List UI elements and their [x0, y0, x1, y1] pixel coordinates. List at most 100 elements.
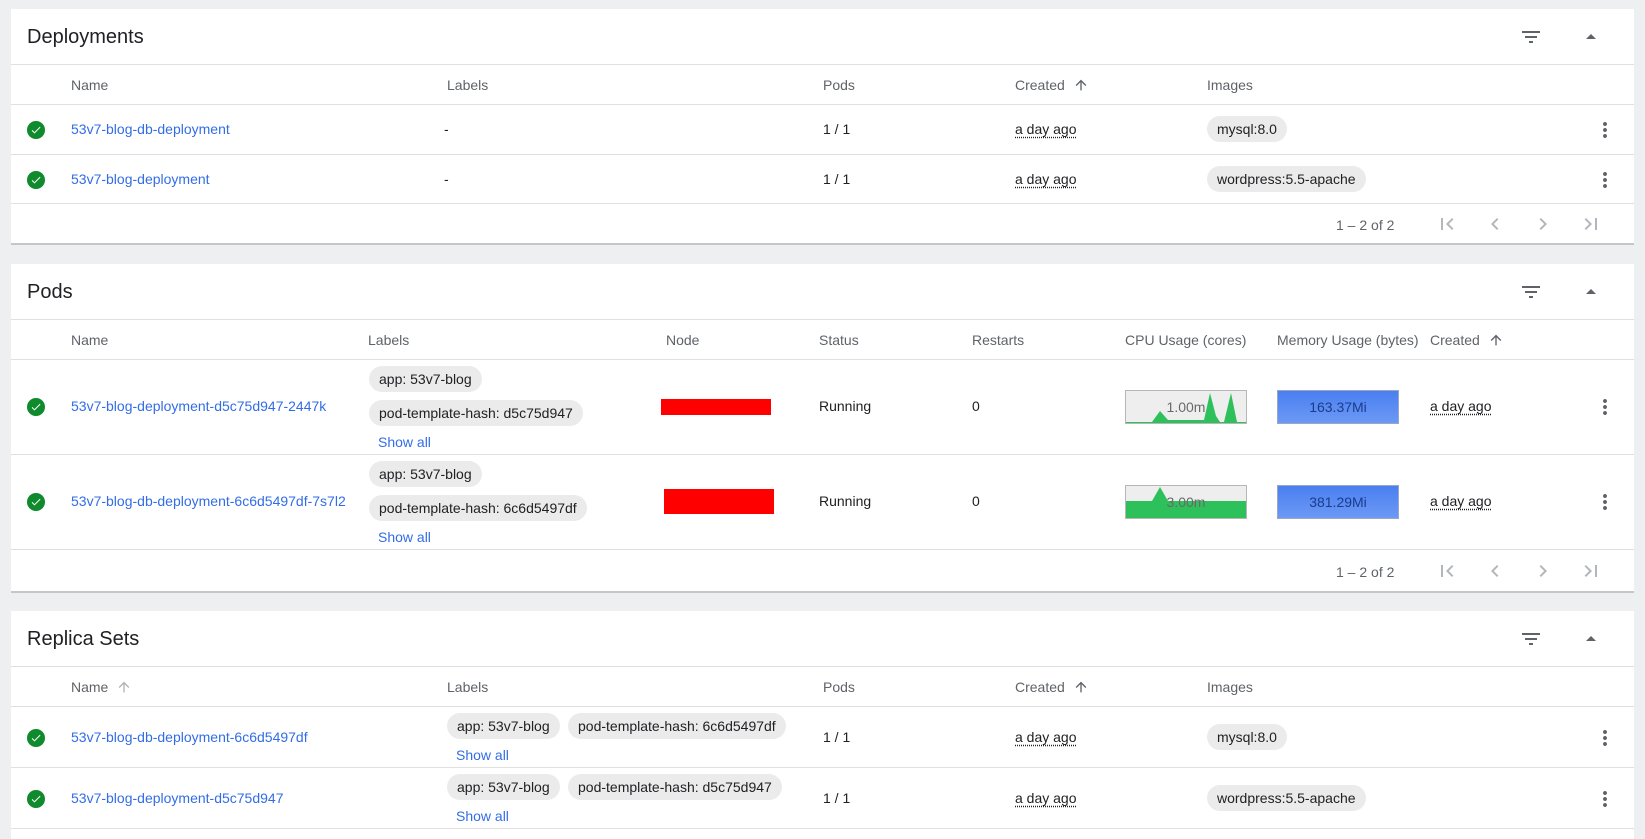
collapse-icon[interactable]: [1575, 21, 1607, 53]
label-chip: pod-template-hash: d5c75d947: [369, 400, 583, 426]
deployment-name-link[interactable]: 53v7-blog-deployment: [71, 171, 210, 187]
label-chip: app: 53v7-blog: [447, 713, 560, 739]
pod-name-link[interactable]: 53v7-blog-db-deployment-6c6d5497df-7s7l2: [71, 493, 346, 509]
col-node: Node: [666, 332, 700, 348]
pod-created: a day ago: [1430, 493, 1492, 509]
cpu-sparkline: 1.00m: [1125, 390, 1247, 424]
replicaset-name-link[interactable]: 53v7-blog-deployment-d5c75d947: [71, 790, 283, 806]
deployments-card: Deployments Name Labels Pods Created Ima…: [11, 9, 1634, 245]
collapse-icon[interactable]: [1575, 623, 1607, 655]
check-circle-icon: [27, 121, 45, 139]
deployments-column-header: Name Labels Pods Created Images: [11, 65, 1634, 105]
check-circle-icon: [27, 729, 45, 747]
next-page-icon[interactable]: [1531, 212, 1555, 236]
image-chip: mysql:8.0: [1207, 116, 1287, 142]
more-vert-icon[interactable]: [1593, 118, 1617, 142]
prev-page-icon[interactable]: [1483, 212, 1507, 236]
filter-icon[interactable]: [1515, 21, 1547, 53]
col-created[interactable]: Created: [1015, 77, 1089, 93]
prev-page-icon[interactable]: [1483, 559, 1507, 583]
check-circle-icon: [27, 171, 45, 189]
deployment-pods: 1 / 1: [823, 171, 851, 187]
pod-status: Running: [819, 398, 872, 414]
pagination-range: 1 – 2 of 2: [1336, 564, 1395, 580]
deployment-labels: -: [444, 121, 449, 137]
check-circle-icon: [27, 398, 45, 416]
col-name[interactable]: Name: [71, 679, 132, 695]
table-row: 53v7-blog-db-deployment-6c6d5497df app: …: [11, 707, 1634, 768]
pod-name-link[interactable]: 53v7-blog-deployment-d5c75d947-2447k: [71, 398, 326, 414]
last-page-icon[interactable]: [1579, 559, 1603, 583]
col-labels: Labels: [447, 679, 489, 695]
pods-column-header: Name Labels Node Status Restarts CPU Usa…: [11, 320, 1634, 360]
pods-header: Pods: [11, 264, 1634, 320]
table-row: 53v7-blog-db-deployment-6c6d5497df-7s7l2…: [11, 455, 1634, 550]
replicaset-created: a day ago: [1015, 790, 1077, 806]
show-all-link[interactable]: Show all: [456, 808, 509, 824]
sort-arrow-up-icon: [119, 681, 130, 693]
col-status: Status: [819, 332, 859, 348]
cpu-value: 3.00m: [1166, 494, 1206, 510]
filter-icon[interactable]: [1515, 276, 1547, 308]
col-cpu: CPU Usage (cores): [1125, 332, 1247, 348]
deployment-name-link[interactable]: 53v7-blog-db-deployment: [71, 121, 230, 137]
sort-arrow-up-icon: [1075, 79, 1087, 91]
table-row: 53v7-blog-db-deployment - 1 / 1 a day ag…: [11, 105, 1634, 155]
node-redacted: [661, 399, 771, 415]
check-circle-icon: [27, 493, 45, 511]
table-row: 53v7-blog-deployment-d5c75d947-2447k app…: [11, 360, 1634, 455]
memory-sparkline: 163.37Mi: [1277, 390, 1399, 424]
col-labels: Labels: [447, 77, 489, 93]
pods-title: Pods: [27, 281, 73, 303]
image-chip: wordpress:5.5-apache: [1207, 785, 1366, 811]
col-pods: Pods: [823, 77, 855, 93]
sort-arrow-up-icon: [1075, 681, 1087, 693]
deployments-pagination: 1 – 2 of 2: [11, 204, 1634, 244]
col-name[interactable]: Name: [71, 77, 108, 93]
check-circle-icon: [27, 790, 45, 808]
node-redacted: [664, 489, 774, 514]
memory-sparkline: 381.29Mi: [1277, 485, 1399, 519]
replicasets-title: Replica Sets: [27, 628, 140, 650]
collapse-icon[interactable]: [1575, 276, 1607, 308]
deployment-pods: 1 / 1: [823, 121, 851, 137]
more-vert-icon[interactable]: [1593, 395, 1617, 419]
col-created[interactable]: Created: [1430, 332, 1504, 348]
next-page-icon[interactable]: [1531, 559, 1555, 583]
pod-restarts: 0: [972, 493, 980, 509]
deployments-title: Deployments: [27, 26, 144, 48]
pods-card: Pods Name Labels Node Status Restarts CP…: [11, 264, 1634, 593]
label-chip: pod-template-hash: 6c6d5497df: [568, 713, 786, 739]
col-labels: Labels: [368, 332, 410, 348]
label-chip: pod-template-hash: d5c75d947: [568, 774, 782, 800]
replicasets-header: Replica Sets: [11, 611, 1634, 667]
replicaset-name-link[interactable]: 53v7-blog-db-deployment-6c6d5497df: [71, 729, 308, 745]
more-vert-icon[interactable]: [1593, 726, 1617, 750]
pod-created: a day ago: [1430, 398, 1492, 414]
col-restarts: Restarts: [972, 332, 1025, 348]
label-chip: app: 53v7-blog: [447, 774, 560, 800]
image-chip: mysql:8.0: [1207, 724, 1287, 750]
label-chip: app: 53v7-blog: [369, 461, 482, 487]
image-chip: wordpress:5.5-apache: [1207, 166, 1366, 192]
deployment-created: a day ago: [1015, 121, 1077, 137]
deployments-header: Deployments: [11, 9, 1634, 65]
more-vert-icon[interactable]: [1593, 490, 1617, 514]
show-all-link[interactable]: Show all: [378, 529, 431, 545]
replicasets-column-header: Name Labels Pods Created Images: [11, 667, 1634, 707]
first-page-icon[interactable]: [1435, 212, 1459, 236]
pods-pagination: 1 – 2 of 2: [11, 551, 1634, 591]
more-vert-icon[interactable]: [1593, 168, 1617, 192]
label-chip: app: 53v7-blog: [369, 366, 482, 392]
show-all-link[interactable]: Show all: [378, 434, 431, 450]
last-page-icon[interactable]: [1579, 212, 1603, 236]
pod-restarts: 0: [972, 398, 980, 414]
label-chip: pod-template-hash: 6c6d5497df: [369, 495, 587, 521]
col-created[interactable]: Created: [1015, 679, 1089, 695]
col-name[interactable]: Name: [71, 332, 108, 348]
filter-icon[interactable]: [1515, 623, 1547, 655]
first-page-icon[interactable]: [1435, 559, 1459, 583]
show-all-link[interactable]: Show all: [456, 747, 509, 763]
more-vert-icon[interactable]: [1593, 787, 1617, 811]
replicasets-card: Replica Sets Name Labels Pods Created Im…: [11, 611, 1634, 839]
